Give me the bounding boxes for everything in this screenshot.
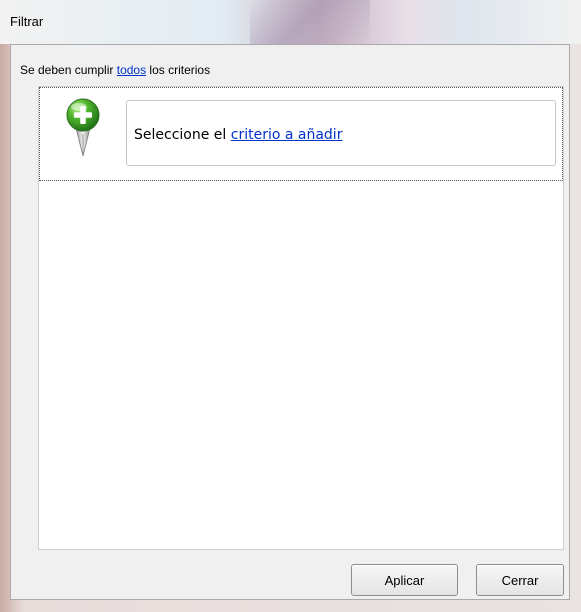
criterion-row[interactable]: Seleccione el criterio a añadir (39, 87, 563, 181)
add-criterion-link[interactable]: criterio a añadir (231, 127, 343, 143)
add-plus-icon[interactable] (66, 98, 100, 162)
criterion-text: Seleccione el criterio a añadir (134, 127, 342, 143)
close-button[interactable]: Cerrar (476, 564, 564, 596)
filter-dialog: Filtrar Se deben cumplir todos los crite… (0, 0, 581, 612)
criteria-match-line: Se deben cumplir todos los criterios (20, 63, 210, 77)
criterion-selector-box[interactable]: Seleccione el criterio a añadir (126, 100, 556, 166)
criteria-list[interactable]: Seleccione el criterio a añadir (38, 86, 564, 550)
title-bar-glass (250, 0, 370, 44)
dialog-client-area: Se deben cumplir todos los criterios Sel… (10, 44, 570, 600)
title-bar[interactable]: Filtrar (0, 0, 581, 44)
criterion-prefix: Seleccione el (134, 127, 231, 143)
criteria-prefix: Se deben cumplir (20, 63, 117, 77)
match-all-link[interactable]: todos (117, 63, 146, 77)
window-title: Filtrar (10, 14, 44, 29)
apply-button[interactable]: Aplicar (351, 564, 458, 596)
criteria-suffix: los criterios (146, 63, 211, 77)
